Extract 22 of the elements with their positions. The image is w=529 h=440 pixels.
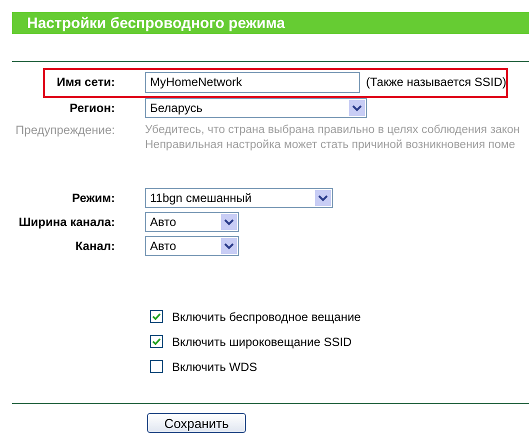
warning-label: Предупреждение: bbox=[14, 123, 115, 137]
checkbox-label: Включить беспроводное вещание bbox=[172, 310, 361, 324]
dropdown[interactable]: Авто bbox=[145, 212, 239, 232]
page-title: Настройки беспроводного режима bbox=[27, 14, 285, 32]
warning-text: Убедитесь, что страна выбрана правильно в целях соблюдения закон bbox=[145, 123, 520, 138]
region-dropdown[interactable]: Беларусь bbox=[145, 98, 367, 118]
field-label: Имя сети: bbox=[56, 75, 115, 89]
checkbox-label: Включить широковещание SSID bbox=[172, 334, 352, 348]
save-button[interactable]: Сохранить bbox=[147, 413, 246, 433]
network-name-field[interactable]: MyHomeNetwork bbox=[145, 72, 360, 92]
checkbox[interactable] bbox=[150, 310, 163, 323]
field-label: Регион: bbox=[68, 101, 115, 115]
warning-text: Неправильная настройка может стать причиной возникновения поме bbox=[145, 138, 516, 153]
checkbox-label: Включить WDS bbox=[172, 360, 258, 374]
field-label: Режим: bbox=[71, 191, 115, 205]
dropdown[interactable]: Авто bbox=[145, 236, 239, 256]
checkbox[interactable] bbox=[150, 335, 163, 348]
ssid-note: (Также называется SSID) bbox=[366, 75, 506, 89]
checkbox[interactable] bbox=[150, 360, 163, 373]
dropdown[interactable]: 11bgn смешанный bbox=[145, 188, 333, 208]
field-label: Канал: bbox=[74, 239, 115, 253]
field-label: Ширина канала: bbox=[18, 215, 115, 229]
